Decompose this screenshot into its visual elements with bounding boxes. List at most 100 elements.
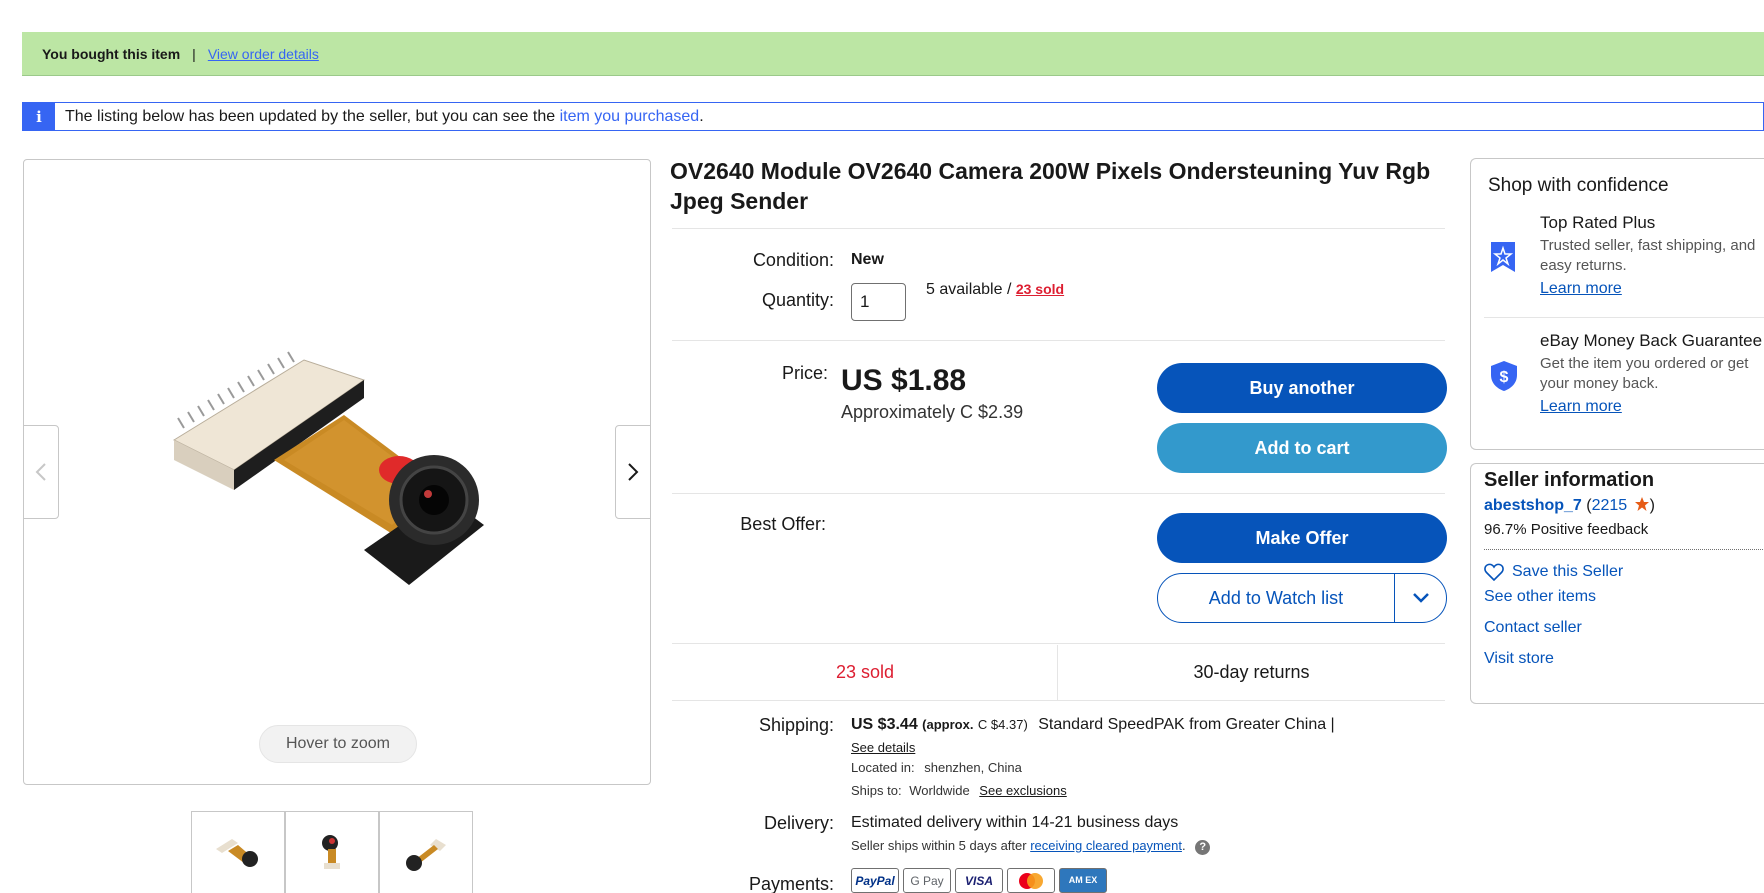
item-price: US $1.88 <box>841 364 967 397</box>
located-value: shenzhen, China <box>924 760 1022 775</box>
quantity-label: Quantity: <box>761 290 834 310</box>
sold-stat: 23 sold <box>835 662 895 682</box>
shipping-approx-value: C $4.37) <box>977 717 1028 732</box>
svg-text:$: $ <box>1500 369 1509 386</box>
thumbnail-image <box>216 838 258 867</box>
heart-icon <box>1484 563 1504 581</box>
seller-heading: Seller information <box>1484 469 1655 491</box>
divider <box>672 643 1445 644</box>
item-title: OV2640 Module OV2640 Camera 200W Pixels … <box>670 158 1431 214</box>
money-back-title: eBay Money Back Guarantee <box>1540 331 1763 350</box>
divider <box>1484 317 1764 318</box>
shipping-method: Standard SpeedPAK from Greater China | <box>1038 716 1335 733</box>
banner-separator: | <box>192 45 196 62</box>
money-back-desc-2: your money back. <box>1540 375 1659 392</box>
money-back-desc-1: Get the item you ordered or get <box>1540 355 1749 372</box>
google-pay-logo: G Pay <box>903 868 951 893</box>
ships-to-value: Worldwide <box>909 783 970 798</box>
listing-updated-notice: i The listing below has been updated by … <box>22 102 1764 131</box>
seller-name-row: abestshop_7 (2215 ) <box>1484 496 1655 515</box>
dotted-divider <box>1484 549 1764 550</box>
cleared-payment-link[interactable]: receiving cleared payment <box>1030 838 1182 853</box>
money-back-shield-icon: $ <box>1491 361 1517 391</box>
available-text: 5 available / <box>926 281 1016 298</box>
located-in: Located in: shenzhen, China <box>851 760 1022 775</box>
divider <box>672 700 1445 701</box>
learn-more-money-back-link[interactable]: Learn more <box>1540 398 1622 416</box>
availability: 5 available / 23 sold <box>926 281 1064 299</box>
item-purchased-link[interactable]: item you purchased <box>560 108 700 126</box>
condition-label: Condition: <box>752 250 834 270</box>
top-rated-title: Top Rated Plus <box>1540 213 1656 232</box>
save-seller-button[interactable]: Save this Seller <box>1484 563 1623 581</box>
star-icon <box>1634 497 1649 511</box>
buy-another-button[interactable]: Buy another <box>1157 363 1447 413</box>
quantity-input[interactable] <box>851 283 906 321</box>
help-icon[interactable]: ? <box>1195 840 1211 855</box>
add-to-cart-button[interactable]: Add to cart <box>1157 423 1447 473</box>
delivery-estimate: Estimated delivery within 14-21 business… <box>851 814 1179 831</box>
top-rated-badge-icon <box>1491 242 1515 272</box>
see-details-link[interactable]: See details <box>851 740 915 755</box>
confidence-heading: Shop with confidence <box>1488 175 1669 196</box>
visit-store-link[interactable]: Visit store <box>1484 650 1554 668</box>
view-order-details-link[interactable]: View order details <box>208 46 319 62</box>
watch-list-control: Add to Watch list <box>1157 573 1447 623</box>
chevron-right-icon <box>628 463 639 481</box>
best-offer-label: Best Offer: <box>740 514 826 534</box>
see-other-items-link[interactable]: See other items <box>1484 588 1596 606</box>
gallery-next-button[interactable] <box>615 425 651 519</box>
top-rated-desc-2: easy returns. <box>1540 257 1627 274</box>
feedback-close: ) <box>1649 497 1655 514</box>
thumbnail-2[interactable] <box>285 811 379 893</box>
notice-text: The listing below has been updated by th… <box>65 107 560 125</box>
price-label: Price: <box>781 363 828 383</box>
paypal-logo: PayPal <box>851 868 899 893</box>
see-exclusions-link[interactable]: See exclusions <box>979 783 1066 798</box>
payments-label: Payments: <box>748 874 834 893</box>
chevron-down-icon <box>1412 593 1429 603</box>
feedback-count-link[interactable]: 2215 <box>1592 497 1628 514</box>
delivery-note: Seller ships within 5 days after receivi… <box>851 838 1211 855</box>
thumbnail-image <box>322 834 340 869</box>
make-offer-button[interactable]: Make Offer <box>1157 513 1447 563</box>
learn-more-top-rated-link[interactable]: Learn more <box>1540 280 1622 298</box>
shipping-price: US $3.44 <box>851 716 918 733</box>
amex-logo: AM EX <box>1059 868 1107 893</box>
seller-name-link[interactable]: abestshop_7 <box>1484 497 1582 514</box>
hover-to-zoom-hint: Hover to zoom <box>259 725 417 763</box>
feedback-open: ( <box>1581 497 1592 514</box>
shipping-label: Shipping: <box>758 715 834 735</box>
delivery-note-suffix: . <box>1181 838 1186 853</box>
approx-price: Approximately C $2.39 <box>841 402 1024 422</box>
positive-feedback: 96.7% Positive feedback <box>1484 521 1649 538</box>
delivery-note-prefix: Seller ships within 5 days after <box>851 838 1031 853</box>
notice-tail: . <box>699 107 704 125</box>
divider <box>672 340 1445 341</box>
condition-value: New <box>851 251 884 268</box>
save-seller-label: Save this Seller <box>1512 563 1624 580</box>
chevron-left-icon <box>35 463 46 481</box>
image-gallery: Hover to zoom <box>23 159 651 785</box>
watch-list-dropdown-button[interactable] <box>1395 574 1446 622</box>
add-to-watch-list-button[interactable]: Add to Watch list <box>1158 574 1395 622</box>
thumbnail-3[interactable] <box>379 811 473 893</box>
product-image[interactable] <box>144 320 544 600</box>
thumbnail-1[interactable] <box>191 811 285 893</box>
ships-to: Ships to: Worldwide See exclusions <box>851 783 1067 798</box>
mastercard-logo <box>1007 868 1055 893</box>
divider <box>672 493 1445 494</box>
contact-seller-link[interactable]: Contact seller <box>1484 619 1582 637</box>
divider <box>672 228 1445 229</box>
shipping-approx-label: (approx. <box>922 717 974 732</box>
sold-count-link[interactable]: 23 sold <box>1016 281 1064 297</box>
visa-logo: VISA <box>955 868 1003 893</box>
gallery-prev-button[interactable] <box>23 425 59 519</box>
payment-methods: PayPal G Pay VISA AM EX <box>851 868 1107 893</box>
ships-to-label: Ships to: <box>851 783 902 798</box>
returns-stat: 30-day returns <box>1193 662 1310 682</box>
thumbnail-image <box>406 838 446 871</box>
bought-item-text: You bought this item <box>42 45 181 62</box>
top-rated-desc-1: Trusted seller, fast shipping, and <box>1540 237 1756 254</box>
delivery-label: Delivery: <box>763 813 834 833</box>
